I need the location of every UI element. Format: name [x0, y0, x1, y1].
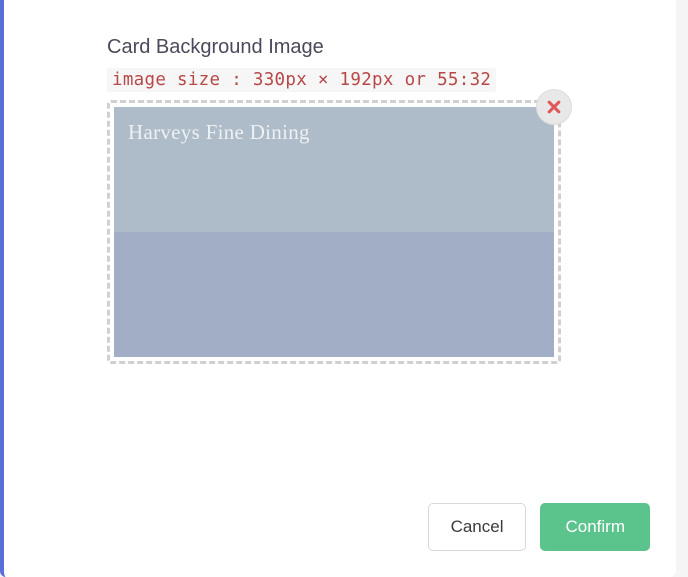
close-icon: [547, 100, 561, 114]
remove-image-button[interactable]: [536, 89, 572, 125]
section-title: Card Background Image: [107, 36, 676, 59]
image-preview: Harveys Fine Dining: [114, 107, 554, 357]
modal-footer: Cancel Confirm: [428, 503, 650, 551]
modal-content: Card Background Image image size : 330px…: [4, 0, 676, 364]
image-preview-bottom: [114, 232, 554, 357]
image-caption: Harveys Fine Dining: [128, 120, 310, 145]
image-size-hint: image size : 330px × 192px or 55:32: [107, 68, 496, 92]
image-preview-top: Harveys Fine Dining: [114, 107, 554, 232]
image-dropzone[interactable]: Harveys Fine Dining: [107, 100, 561, 364]
cancel-button[interactable]: Cancel: [428, 503, 527, 551]
modal-panel: Card Background Image image size : 330px…: [0, 0, 676, 577]
confirm-button[interactable]: Confirm: [540, 503, 650, 551]
